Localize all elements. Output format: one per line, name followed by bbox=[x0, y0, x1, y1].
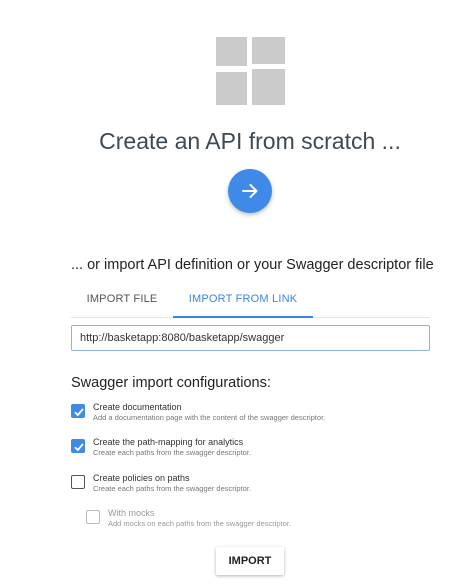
option-label: With mocks bbox=[108, 508, 155, 518]
option-description: Create each paths from the swagger descr… bbox=[93, 448, 251, 457]
check-icon bbox=[74, 408, 84, 417]
option-description: Add mocks on each paths from the swagger… bbox=[108, 519, 292, 528]
option-description: Create each paths from the swagger descr… bbox=[93, 484, 251, 493]
option-description: Add a documentation page with the conten… bbox=[93, 413, 326, 422]
create-policies-checkbox[interactable] bbox=[71, 475, 85, 489]
with-mocks-checkbox[interactable] bbox=[86, 510, 100, 524]
option-label: Create documentation bbox=[93, 402, 182, 412]
config-title: Swagger import configurations: bbox=[71, 375, 271, 391]
arrow-right-icon bbox=[242, 184, 258, 198]
import-tabs: IMPORT FILE IMPORT FROM LINK bbox=[71, 284, 430, 318]
api-logo-icon bbox=[216, 37, 285, 105]
import-api-page: Create an API from scratch ... ... or im… bbox=[0, 0, 474, 584]
option-label: Create policies on paths bbox=[93, 473, 190, 483]
page-title: Create an API from scratch ... bbox=[99, 128, 401, 154]
check-icon bbox=[74, 443, 84, 452]
create-api-button[interactable] bbox=[228, 169, 272, 213]
option-label: Create the path-mapping for analytics bbox=[93, 437, 244, 447]
import-button[interactable]: IMPORT bbox=[216, 547, 284, 575]
import-subtitle: ... or import API definition or your Swa… bbox=[71, 257, 434, 273]
tab-import-file[interactable]: IMPORT FILE bbox=[71, 284, 173, 318]
create-documentation-checkbox[interactable] bbox=[71, 404, 85, 418]
swagger-url-input[interactable] bbox=[71, 325, 430, 351]
tab-import-from-link[interactable]: IMPORT FROM LINK bbox=[173, 284, 313, 318]
path-mapping-checkbox[interactable] bbox=[71, 439, 85, 453]
